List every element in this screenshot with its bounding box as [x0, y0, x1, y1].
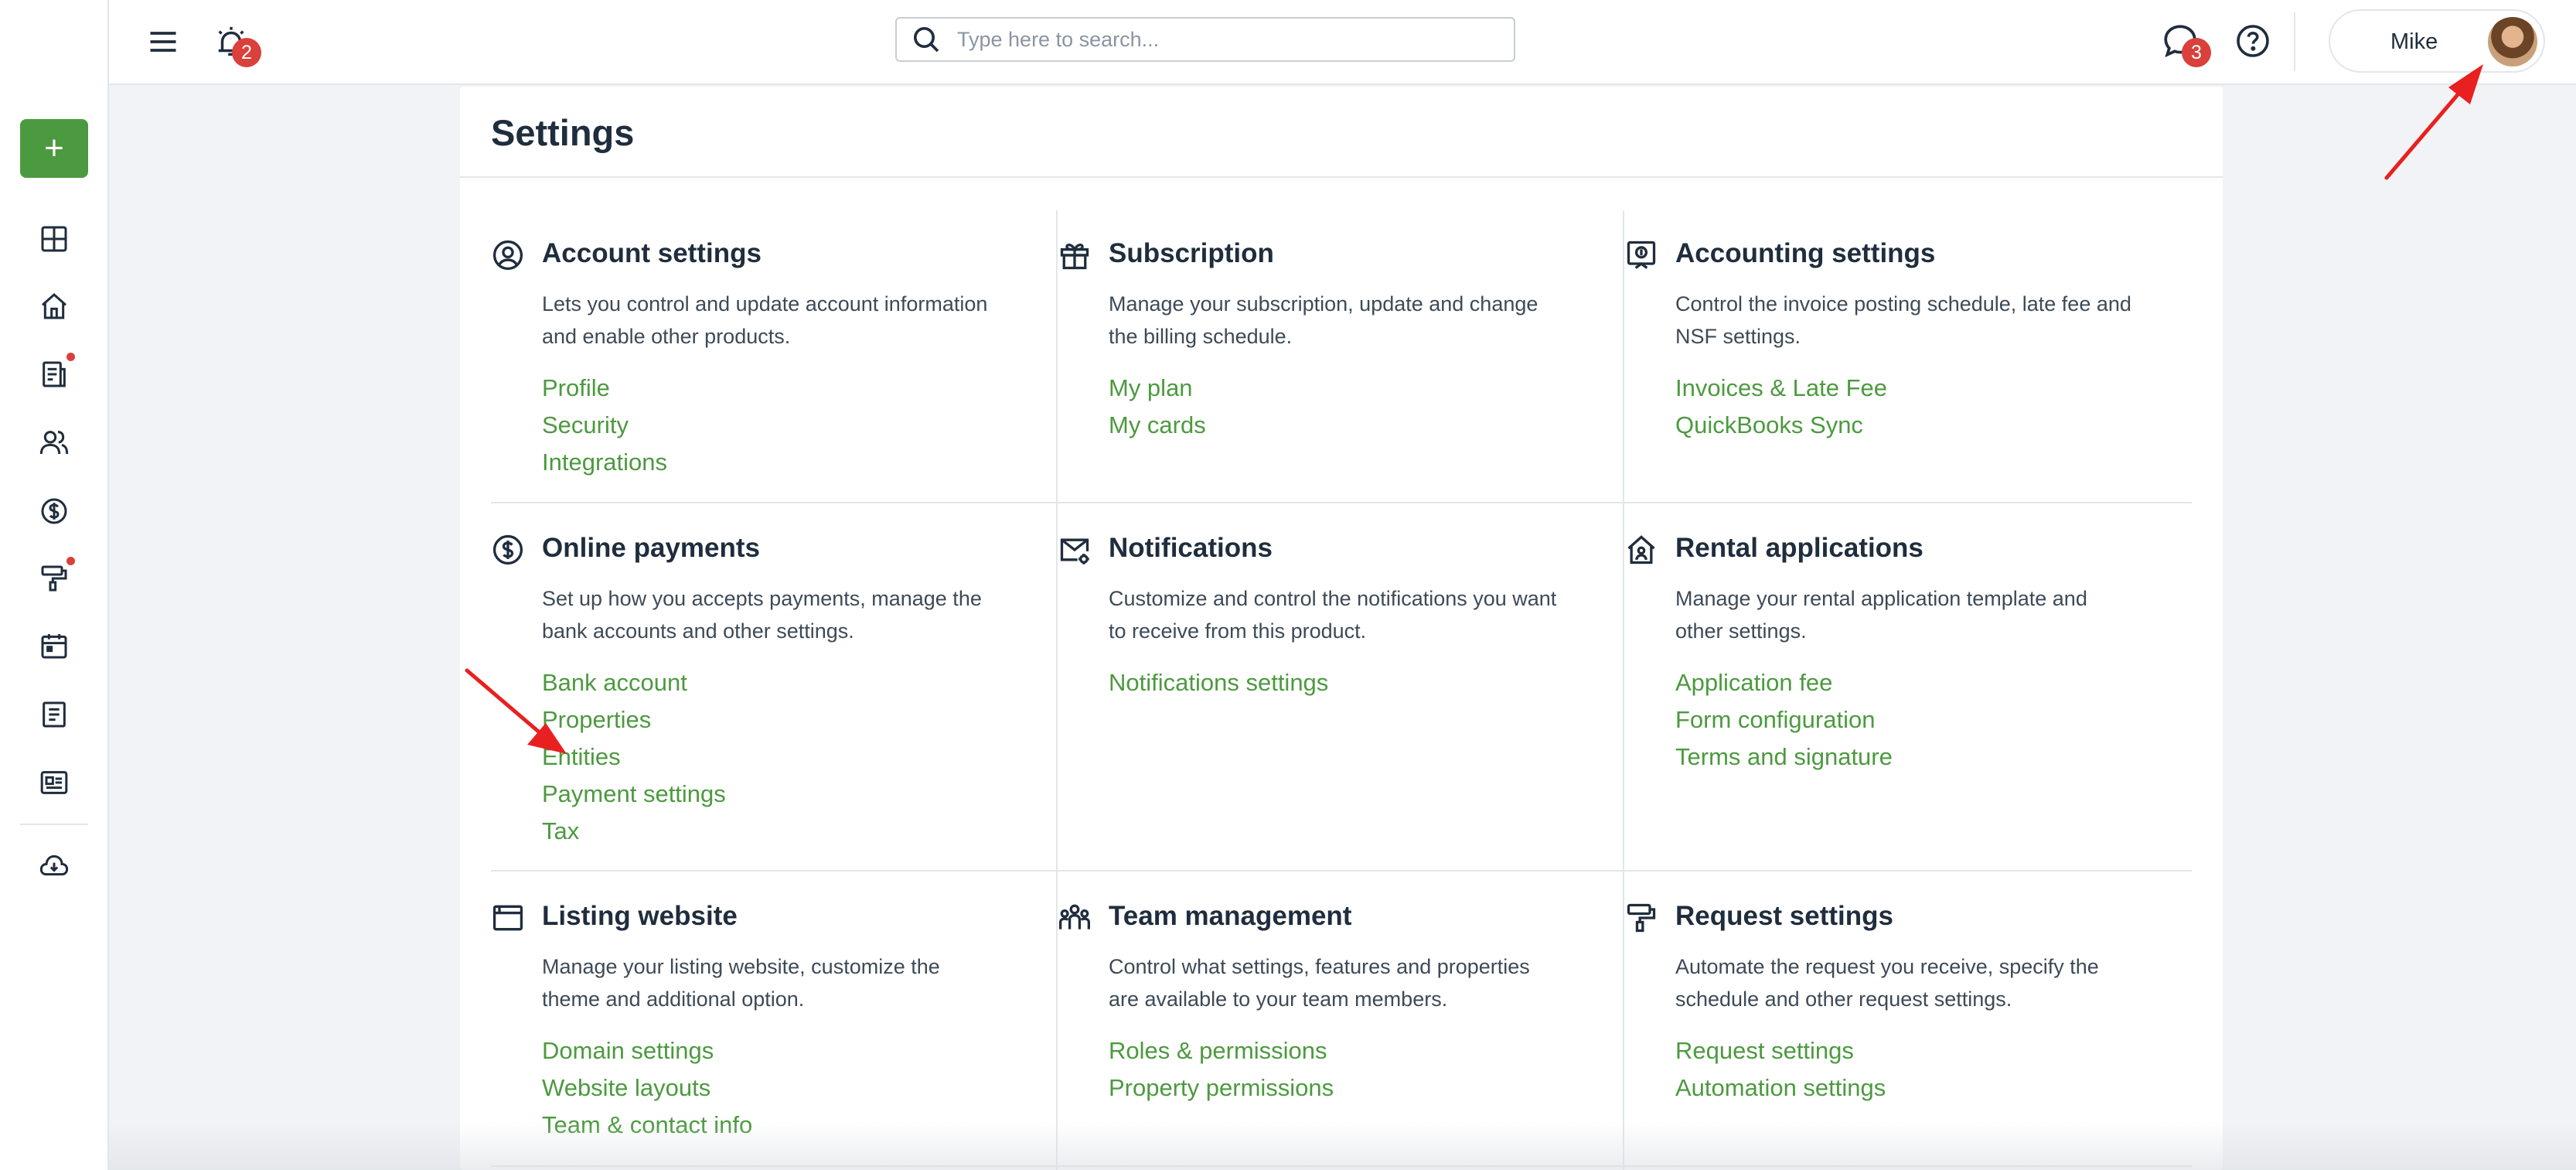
link-property-permissions[interactable]: Property permissions — [1109, 1069, 1334, 1107]
dollar-circle-icon[interactable] — [38, 495, 70, 527]
section-title: Notifications — [1109, 533, 1273, 563]
section-description: Lets you control and update account info… — [542, 292, 988, 348]
link-form-configuration[interactable]: Form configuration — [1675, 701, 1893, 738]
header-separator — [2294, 12, 2295, 71]
column-divider — [1623, 210, 1624, 1170]
notes-icon[interactable] — [38, 698, 70, 731]
calendar-icon[interactable] — [38, 629, 70, 662]
browser-window-icon — [492, 905, 523, 931]
link-notifications-settings[interactable]: Notifications settings — [1109, 664, 1328, 701]
home-icon[interactable] — [38, 290, 70, 322]
link-my-plan[interactable]: My plan — [1109, 370, 1206, 407]
search-icon — [914, 27, 939, 53]
paint-roller-icon — [1627, 903, 1656, 933]
row-divider — [491, 502, 2192, 503]
row-divider — [491, 870, 2192, 872]
dollar-circle-icon — [492, 534, 523, 565]
link-terms-and-signature[interactable]: Terms and signature — [1675, 738, 1893, 776]
link-security[interactable]: Security — [542, 407, 667, 444]
section-title: Listing website — [542, 901, 738, 931]
hamburger-menu-icon[interactable] — [141, 20, 185, 63]
accounting-icon — [1627, 240, 1656, 269]
notification-dot — [66, 557, 75, 565]
sidebar-divider — [20, 824, 88, 825]
title-divider — [460, 176, 2223, 178]
envelope-gear-icon — [1060, 538, 1089, 565]
gift-icon — [1060, 244, 1089, 270]
column-divider — [1056, 210, 1058, 1170]
documents-icon[interactable] — [38, 358, 70, 391]
link-request-settings[interactable]: Request settings — [1675, 1032, 1886, 1069]
annotation-arrow-avatar — [2384, 64, 2483, 180]
annotation-arrow-entities — [465, 668, 567, 754]
team-icon — [1059, 904, 1090, 930]
section-description: Manage your rental application template … — [1675, 587, 2087, 643]
avatar[interactable] — [2488, 17, 2537, 67]
link-integrations[interactable]: Integrations — [542, 444, 667, 481]
add-button[interactable]: + — [20, 119, 88, 178]
alerts-badge: 2 — [232, 38, 261, 67]
question-circle-icon[interactable] — [2230, 19, 2275, 63]
settings-card: Settings Account settings Lets you contr… — [460, 87, 2223, 1170]
search-input[interactable] — [957, 27, 1498, 52]
link-tax[interactable]: Tax — [542, 813, 726, 850]
section-title: Account settings — [542, 238, 762, 268]
section-description: Manage your listing website, customize t… — [542, 955, 940, 1011]
section-description: Control the invoice posting schedule, la… — [1675, 292, 2131, 348]
link-application-fee[interactable]: Application fee — [1675, 664, 1893, 701]
link-invoices-late-fee[interactable]: Invoices & Late Fee — [1675, 370, 1887, 407]
user-circle-icon — [492, 240, 523, 271]
link-website-layouts[interactable]: Website layouts — [542, 1069, 752, 1107]
section-title: Rental applications — [1675, 533, 1923, 563]
link-roles-permissions[interactable]: Roles & permissions — [1109, 1032, 1334, 1069]
people-icon[interactable] — [38, 426, 70, 459]
sidebar: + — [0, 0, 109, 1170]
section-description: Automate the request you receive, specif… — [1675, 955, 2099, 1011]
section-description: Customize and control the notifications … — [1109, 587, 1557, 643]
messages-badge: 3 — [2182, 38, 2211, 67]
section-description: Manage your subscription, update and cha… — [1109, 292, 1538, 348]
link-domain-settings[interactable]: Domain settings — [542, 1032, 752, 1069]
page-title: Settings — [491, 112, 635, 153]
section-title: Online payments — [542, 533, 761, 563]
cloud-download-icon[interactable] — [38, 849, 70, 882]
link-my-cards[interactable]: My cards — [1109, 407, 1206, 444]
dashboard-grid-icon[interactable] — [38, 223, 70, 255]
link-payment-settings[interactable]: Payment settings — [542, 776, 726, 813]
section-description: Control what settings, features and prop… — [1109, 955, 1530, 1011]
link-profile[interactable]: Profile — [542, 370, 667, 407]
link-automation-settings[interactable]: Automation settings — [1675, 1069, 1886, 1107]
section-description: Set up how you accepts payments, manage … — [542, 587, 982, 643]
paint-roller-icon[interactable] — [38, 562, 70, 595]
section-title: Accounting settings — [1675, 238, 1936, 268]
section-title: Team management — [1109, 901, 1352, 931]
search-box[interactable] — [895, 17, 1515, 62]
id-card-icon[interactable] — [38, 766, 70, 799]
link-quickbooks-sync[interactable]: QuickBooks Sync — [1675, 407, 1887, 444]
house-user-icon — [1627, 535, 1655, 565]
section-title: Subscription — [1109, 238, 1274, 268]
notification-dot — [66, 353, 75, 361]
link-team-contact-info[interactable]: Team & contact info — [542, 1107, 752, 1144]
row-divider — [491, 1165, 2192, 1167]
section-title: Request settings — [1675, 901, 1893, 931]
top-header: 2 3 — [109, 0, 2576, 85]
